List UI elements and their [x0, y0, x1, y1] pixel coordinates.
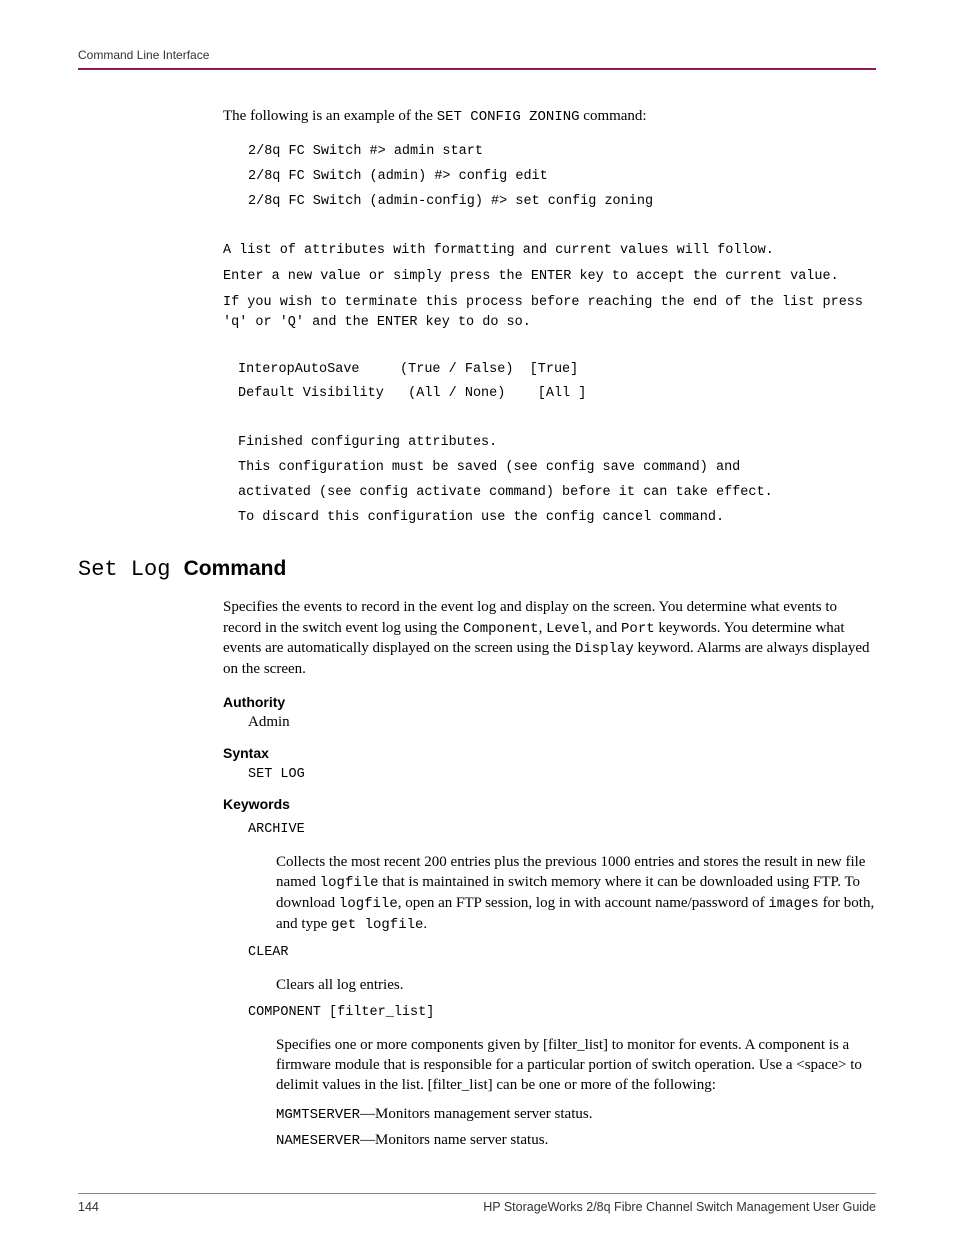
keyword-archive: ARCHIVE — [248, 822, 876, 837]
kw-text: . — [423, 916, 427, 932]
kw-text: —Monitors management server status. — [360, 1106, 592, 1122]
kw-code: logfile — [320, 875, 379, 891]
keyword-component-desc: Specifies one or more components given b… — [276, 1035, 876, 1096]
desc-text: , — [539, 620, 547, 636]
section-description: Specifies the events to record in the ev… — [223, 597, 876, 679]
intro-suffix: command: — [580, 108, 647, 124]
term-line: activated (see config activate command) … — [238, 485, 773, 500]
section-heading: Set Log Command — [78, 557, 876, 582]
intro-prefix: The following is an example of the — [223, 108, 437, 124]
authority-value: Admin — [248, 714, 876, 731]
term-line: To discard this configuration use the co… — [238, 510, 724, 525]
term-line: InteropAutoSave (True / False) [True] — [238, 362, 578, 377]
terminal-finish: Finished configuring attributes. This co… — [238, 431, 876, 531]
desc-code: Component — [463, 621, 539, 637]
keyword-component-mgmt: MGMTSERVER—Monitors management server st… — [276, 1104, 876, 1125]
kw-code: get logfile — [331, 917, 423, 933]
terminal-output-3: Enter a new value or simply press the EN… — [223, 267, 876, 287]
keyword-component-nameserver: NAMESERVER—Monitors name server status. — [276, 1130, 876, 1151]
syntax-heading: Syntax — [223, 745, 876, 761]
kw-code: logfile — [339, 896, 398, 912]
terminal-output-4: If you wish to terminate this process be… — [223, 293, 876, 334]
desc-text: , and — [588, 620, 621, 636]
desc-code: Port — [621, 621, 655, 637]
term-line: Enter a new value or simply press the EN… — [223, 269, 839, 284]
guide-title: HP StorageWorks 2/8q Fibre Channel Switc… — [483, 1200, 876, 1214]
keyword-component: COMPONENT [filter_list] — [248, 1005, 876, 1020]
kw-text: , open an FTP session, log in with accou… — [398, 895, 769, 911]
page-number: 144 — [78, 1200, 99, 1214]
page-header: Command Line Interface — [78, 48, 876, 70]
authority-heading: Authority — [223, 694, 876, 710]
keyword-clear-desc: Clears all log entries. — [276, 975, 876, 995]
term-line: 2/8q FC Switch (admin-config) #> set con… — [248, 194, 653, 209]
term-line: 2/8q FC Switch #> admin start — [248, 144, 483, 159]
page-footer: 144 HP StorageWorks 2/8q Fibre Channel S… — [78, 1193, 876, 1214]
term-line: 2/8q FC Switch (admin) #> config edit — [248, 169, 548, 184]
kw-text: —Monitors name server status. — [360, 1132, 548, 1148]
syntax-value: SET LOG — [248, 767, 876, 782]
term-line: If you wish to terminate this process be… — [223, 295, 871, 330]
desc-code: Level — [546, 621, 588, 637]
kw-code: images — [768, 896, 818, 912]
kw-code: MGMTSERVER — [276, 1107, 360, 1123]
kw-code: NAMESERVER — [276, 1133, 360, 1149]
terminal-output-1: 2/8q FC Switch #> admin start 2/8q FC Sw… — [248, 140, 876, 215]
section-title-text: Command — [184, 557, 287, 580]
section-cmd: Set Log — [78, 557, 184, 582]
document-page: Command Line Interface The following is … — [0, 0, 954, 1244]
intro-command: SET CONFIG ZONING — [437, 109, 580, 125]
terminal-output-2: A list of attributes with formatting and… — [223, 241, 876, 261]
keyword-clear: CLEAR — [248, 945, 876, 960]
keywords-heading: Keywords — [223, 796, 876, 812]
keyword-archive-desc: Collects the most recent 200 entries plu… — [276, 852, 876, 935]
desc-code: Display — [575, 641, 634, 657]
terminal-attrs: InteropAutoSave (True / False) [True] De… — [238, 358, 876, 408]
term-line: A list of attributes with formatting and… — [223, 243, 774, 258]
term-line: Finished configuring attributes. — [238, 435, 497, 450]
intro-paragraph: The following is an example of the SET C… — [223, 106, 876, 128]
term-line: Default Visibility (All / None) [All ] — [238, 386, 586, 401]
term-line: This configuration must be saved (see co… — [238, 460, 740, 475]
